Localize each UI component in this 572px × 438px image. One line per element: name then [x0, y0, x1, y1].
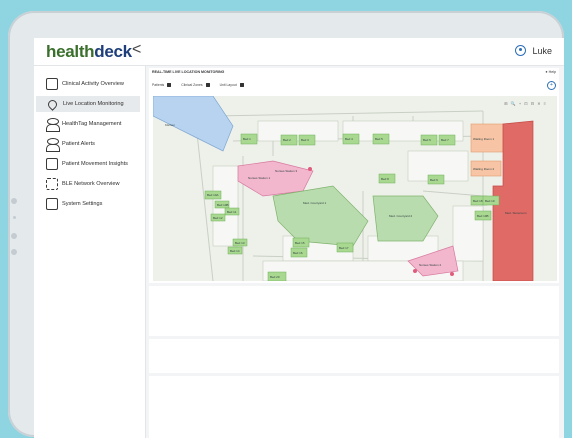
dropdown-icon [205, 83, 210, 87]
zone-label: Nurses Station 2 [419, 263, 442, 267]
button-dot [11, 233, 17, 239]
filter-clinical-zones[interactable]: Clinical Zones [181, 83, 210, 87]
zone-label: Bed 10B [217, 203, 229, 207]
zone-label: Bed 3 [301, 138, 309, 142]
help-link[interactable]: ● Help [545, 70, 556, 74]
dropdown-icon [239, 83, 244, 87]
zone-label: Kitchen [165, 123, 175, 127]
sidebar-item-healthtag[interactable]: HealthTag Management [36, 116, 140, 132]
zone-label: Bed 5 [375, 137, 383, 141]
zone-label: Bed 18 [473, 199, 483, 203]
zone-label: Bed 13 [235, 241, 245, 245]
app-header: healthdeck < Luke [34, 38, 564, 66]
zone-label: Med. Courtyard 1 [303, 201, 327, 205]
patient-marker[interactable] [450, 272, 454, 276]
zone-label: Med. Courtyard 2 [389, 214, 413, 218]
location-pin-icon [46, 97, 59, 111]
floor-map[interactable]: Bed 1 Bed 2 Bed 3 Bed 4 Bed 5 Bed 6 Bed … [153, 96, 557, 281]
filter-patients[interactable]: Patients [152, 83, 172, 87]
fit-map-button[interactable]: + [547, 81, 556, 90]
filter-unit-layout[interactable]: Unit Layout [220, 83, 244, 87]
collapse-sidebar-button[interactable]: < [132, 41, 141, 59]
zone-label: Bed 10A [207, 193, 219, 197]
sidebar-item-patient-alerts[interactable]: Patient Alerts [36, 136, 140, 152]
camera-dot [11, 198, 17, 204]
map-toolbar[interactable]: ⊞ 🔍 + ⊡ ⊟ ✕ ≡ [504, 101, 547, 106]
user-menu[interactable]: Luke [515, 45, 552, 56]
zone-label: Med. Storeroom [505, 211, 527, 215]
info-panel [149, 376, 559, 438]
zone-label: Waiting Room 2 [473, 167, 495, 171]
live-map-panel: REAL-TIME LIVE LOCATION MONITORING ● Hel… [149, 68, 559, 283]
button-dot [11, 249, 17, 255]
zone-label: Bed 12 [213, 216, 223, 220]
panel-title: REAL-TIME LIVE LOCATION MONITORING [152, 70, 225, 74]
patient-marker[interactable] [308, 167, 312, 171]
zone-label: Bed 14 [230, 249, 240, 253]
zone-label: Bed 17 [339, 246, 349, 250]
zone-label: Bed 19 [485, 199, 495, 203]
zone-label: Bed 6 [423, 138, 431, 142]
network-icon [46, 178, 58, 190]
zone-label: Nurses Station 3 [275, 169, 298, 173]
dashboard-icon [46, 78, 58, 90]
info-panel [149, 339, 559, 373]
sidebar-item-clinical-activity[interactable]: Clinical Activity Overview [36, 76, 140, 92]
zone-label: Nurses Station 1 [248, 176, 271, 180]
zone-label: Bed 4 [345, 137, 353, 141]
app-logo: healthdeck [46, 42, 132, 61]
zone-label: Bed 7 [441, 138, 449, 142]
settings-icon [46, 198, 58, 210]
report-icon [46, 158, 58, 170]
patient-marker[interactable] [413, 269, 417, 273]
zone-label: Bed 16 [293, 251, 303, 255]
sidebar-item-live-location[interactable]: Live Location Monitoring [36, 96, 140, 112]
sensor-dot [13, 216, 16, 219]
zone-label: Bed 9 [430, 178, 438, 182]
zone-label: Waiting Room 1 [473, 137, 495, 141]
sidebar-item-movement-insights[interactable]: Patient Movement Insights [36, 156, 140, 172]
tablet-frame: healthdeck < Luke Clinical Activity Over… [8, 11, 564, 438]
dropdown-icon [167, 83, 172, 87]
sidebar: Clinical Activity Overview Live Location… [34, 66, 146, 438]
zone-label: Bed 2 [283, 138, 291, 142]
sidebar-item-system-settings[interactable]: System Settings [36, 196, 140, 212]
app-screen: healthdeck < Luke Clinical Activity Over… [34, 38, 564, 438]
user-name: Luke [532, 45, 552, 56]
user-icon [515, 45, 527, 56]
info-panel [149, 286, 559, 336]
zone-label: Bed 20 [270, 275, 280, 279]
people-icon [46, 118, 60, 132]
sidebar-item-ble-network[interactable]: BLE Network Overview [36, 176, 140, 192]
zone-label: Bed 8 [381, 177, 389, 181]
zone-label: Bed 1 [243, 137, 251, 141]
zone-label: Bed 19B [477, 214, 489, 218]
filter-bar: Patients Clinical Zones Unit Layout [152, 83, 244, 87]
zone-label: Bed 15 [295, 241, 305, 245]
zone-label: Bed 11 [227, 210, 237, 214]
alert-people-icon [46, 138, 60, 152]
